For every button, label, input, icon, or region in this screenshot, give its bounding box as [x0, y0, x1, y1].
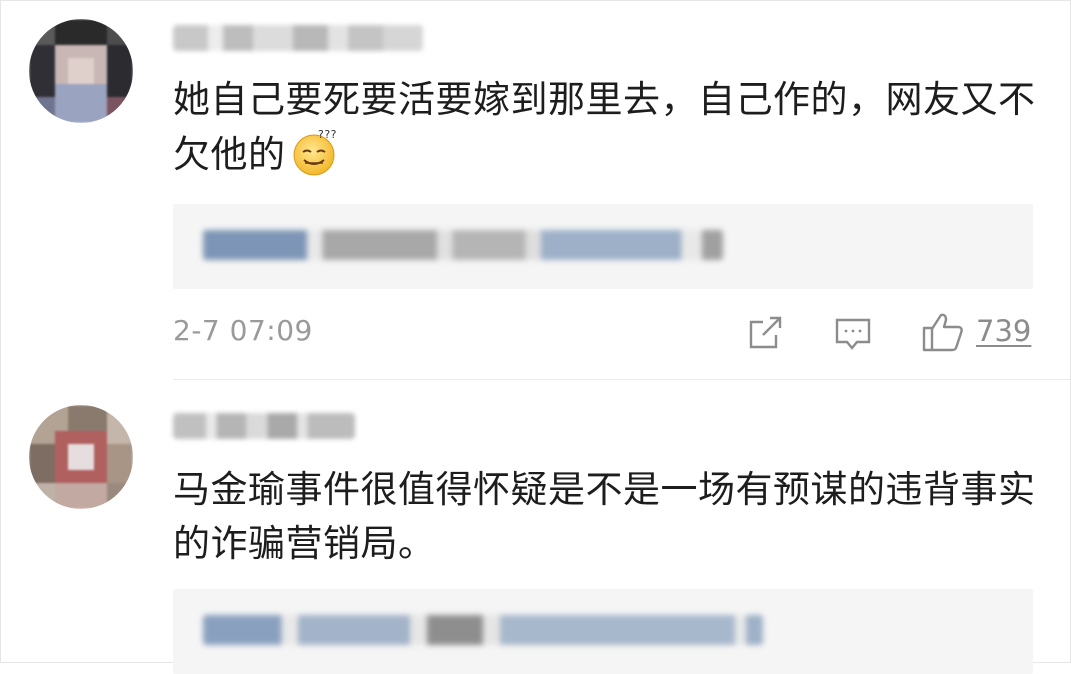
svg-text:???: ???: [318, 128, 337, 141]
avatar-mosaic: [29, 19, 133, 123]
share-icon[interactable]: [746, 314, 784, 356]
like-count[interactable]: 739: [976, 314, 1031, 348]
comment-item: 马金瑜事件很值得怀疑是不是一场有预谋的违背事实的诈骗营销局。: [1, 381, 1071, 674]
comment-divider: [173, 379, 1070, 380]
avatar[interactable]: [29, 19, 133, 123]
dizzy-smile-emoji-icon: ???: [290, 127, 340, 177]
reply-preview-blurred-text: [203, 230, 723, 260]
avatar[interactable]: [29, 405, 133, 509]
comment-icon[interactable]: [833, 314, 873, 358]
comment-meta: 2-7 07:09 739: [173, 313, 1033, 356]
comment-text: 马金瑜事件很值得怀疑是不是一场有预谋的违背事实的诈骗营销局。: [173, 463, 1043, 571]
thumbs-up-icon[interactable]: [921, 310, 965, 358]
comment-text: 她自己要死要活要嫁到那里去，自己作的，网友又不欠他的 ???: [173, 73, 1043, 182]
avatar-mosaic: [29, 405, 133, 509]
username-blurred[interactable]: [173, 413, 355, 439]
reply-preview-blurred-text: [203, 615, 763, 645]
reply-preview[interactable]: [173, 589, 1033, 674]
comment-time: 2-7 07:09: [173, 314, 313, 347]
comment-item: 她自己要死要活要嫁到那里去，自己作的，网友又不欠他的 ??? 2-7 07:09…: [1, 1, 1071, 381]
comment-text-content: 马金瑜事件很值得怀疑是不是一场有预谋的违背事实的诈骗营销局。: [173, 468, 1036, 565]
reply-preview[interactable]: [173, 204, 1033, 289]
username-blurred[interactable]: [173, 25, 423, 51]
comment-list: 她自己要死要活要嫁到那里去，自己作的，网友又不欠他的 ??? 2-7 07:09…: [0, 0, 1071, 674]
